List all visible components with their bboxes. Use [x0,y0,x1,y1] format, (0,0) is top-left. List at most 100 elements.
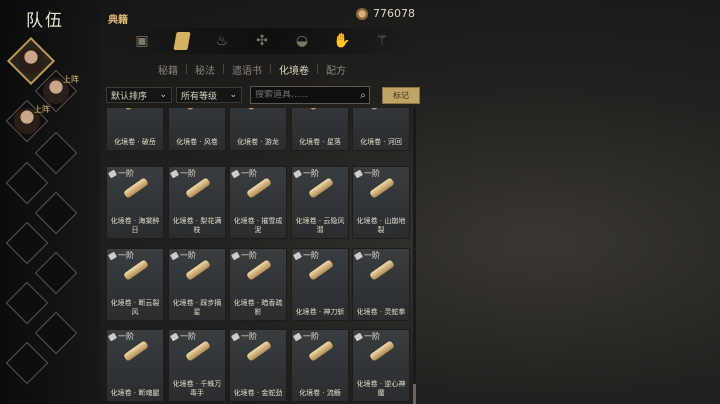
item-card[interactable]: 化境卷 · 星落 [291,108,349,151]
tier-text: 一阶 [118,251,134,260]
pin-icon [230,251,241,260]
scroll-icon [123,340,149,362]
deployed-tag: 上阵 [34,105,50,114]
tier-label: 一阶 [292,250,319,261]
item-card[interactable]: 一阶化境卷 · 山崩地裂 [352,166,410,239]
mark-button[interactable]: 标记 [382,86,420,104]
scroll-icon [185,177,211,199]
grade-value: 所有等级 [181,91,218,102]
tier-text: 一阶 [180,251,196,260]
party-slot-5[interactable] [5,161,49,205]
item-name: 化境卷 · 游龙 [237,138,279,146]
scroll-icon [369,177,395,199]
tier-text: 一阶 [303,251,319,260]
item-card[interactable]: 一阶化境卷 · 踩步摘星 [168,248,226,321]
tier-label: 一阶 [169,168,196,179]
coin-icon [356,7,368,20]
scroll-icon [369,108,395,111]
scroll-icon [246,108,272,111]
item-card[interactable]: 一阶 化境卷 · 断云裂风 [106,248,164,321]
pin-icon [292,169,303,178]
item-card[interactable]: 化境卷 · 风卷 [168,108,226,151]
pin-icon [292,251,303,260]
pin-icon [353,251,364,260]
item-card[interactable]: 化境卷 · 河回 [352,108,410,151]
tab-recipes[interactable]: 配方 [318,62,354,77]
item-card[interactable]: 一阶 化境卷 · 流觞 [291,329,349,402]
tier-text: 一阶 [364,169,380,178]
herb-icon[interactable]: ✣ [242,29,282,53]
item-card[interactable]: 化境卷 · 游龙 [229,108,287,151]
item-name: 化境卷 · 踩步摘星 [172,299,222,316]
item-card[interactable]: 一阶化境卷 · 神刀斩 [291,248,349,321]
search-icon[interactable]: ⌕ [357,87,369,103]
search-input[interactable] [251,90,357,100]
item-name: 化境卷 · 金蛇劲 [233,389,283,397]
scroll-icon [308,108,334,111]
tier-text: 一阶 [364,251,380,260]
tab-secret-manuals[interactable]: 秘籍 [150,62,186,77]
search-box[interactable]: ⌕ [250,86,370,104]
pin-icon [169,332,180,341]
section-title: 典籍 [108,15,128,26]
item-card[interactable]: 一阶 化境卷 · 千蛛万毒手 [168,329,226,402]
tier-label: 一阶 [169,331,196,342]
chest-icon[interactable]: ▣ [122,29,162,53]
scrollbar-thumb[interactable] [413,384,416,404]
sort-dropdown[interactable]: 默认排序 ⌄ [106,87,172,103]
party-slot-7[interactable] [5,221,49,265]
mask-icon[interactable]: ◒ [282,29,322,53]
chevron-down-icon: ⌄ [159,90,167,100]
avatar[interactable] [18,48,44,74]
hand-icon[interactable]: ✋ [322,29,362,53]
tier-text: 一阶 [241,332,257,341]
tier-label: 一阶 [230,250,257,261]
item-name: 化境卷 · 神刀斩 [295,308,345,316]
scroll-icon[interactable] [162,29,202,53]
currency-display: 776078 [356,7,415,20]
tier-text: 一阶 [118,332,134,341]
item-name: 化境卷 · 暗香疏影 [233,299,283,316]
party-slot-4[interactable] [34,131,78,175]
tab-secret-arts[interactable]: 秘法 [187,62,223,77]
item-card[interactable]: 一阶 化境卷 · 云隐风潜 [291,166,349,239]
item-card[interactable]: 一阶化境卷 · 梨花满枝 [168,166,226,239]
party-slot-10[interactable] [34,311,78,355]
item-card[interactable]: 一阶 化境卷 · 摧雪成泥 [229,166,287,239]
tier-text: 一阶 [180,332,196,341]
pin-icon [169,251,180,260]
tier-label: 一阶 [230,168,257,179]
item-card[interactable]: 一阶化境卷 · 断魂腿 [106,329,164,402]
pin-icon [169,169,180,178]
item-card[interactable]: 一阶化境卷 · 金蛇劲 [229,329,287,402]
currency-value: 776078 [373,7,415,20]
flame-icon[interactable]: ♨ [202,29,242,53]
item-card[interactable]: 一阶化境卷 · 暗香疏影 [229,248,287,321]
party-slot-11[interactable] [5,341,49,385]
item-name: 化境卷 · 梨花满枝 [172,217,222,234]
item-name: 化境卷 · 山崩地裂 [356,217,406,234]
filter-bar: 默认排序 ⌄ 所有等级 ⌄ ⌕ 标记 [106,86,420,104]
party-slot-8[interactable] [34,251,78,295]
party-slot-9[interactable] [5,281,49,325]
item-name: 化境卷 · 断魂腿 [110,389,160,397]
item-card[interactable]: 化境卷 · 破岳 [106,108,164,151]
scrollbar[interactable] [413,108,416,404]
tier-label: 一阶 [292,168,319,179]
tab-legacy-books[interactable]: 遗语书 [224,62,270,77]
item-name: 化境卷 · 海棠醉日 [110,217,160,234]
tier-text: 一阶 [241,169,257,178]
grade-dropdown[interactable]: 所有等级 ⌄ [176,87,242,103]
figure-icon[interactable]: ⚚ [362,29,402,53]
pin-icon [353,169,364,178]
pin-icon [107,251,118,260]
item-card[interactable]: 一阶 化境卷 · 逆心神魔 [352,329,410,402]
tier-label: 一阶 [353,168,380,179]
item-name: 化境卷 · 破岳 [114,138,156,146]
sort-value: 默认排序 [111,91,148,102]
item-card[interactable]: 一阶 化境卷 · 灵蛇拳 [352,248,410,321]
pin-icon [107,332,118,341]
tab-transcendence-scrolls[interactable]: 化境卷 [271,62,317,77]
item-card[interactable]: 一阶 化境卷 · 海棠醉日 [106,166,164,239]
party-slot-6[interactable] [34,191,78,235]
